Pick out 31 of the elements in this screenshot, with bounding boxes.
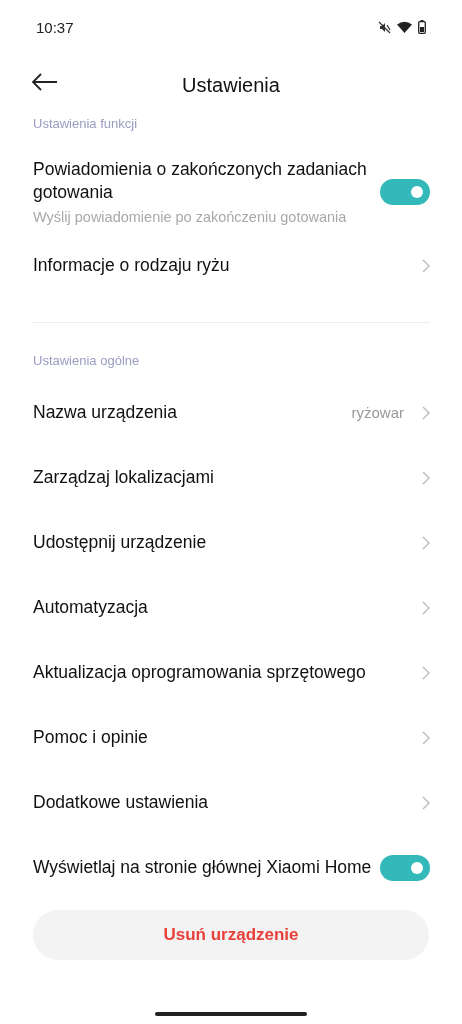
chevron-icon	[422, 258, 430, 273]
page-title: Ustawienia	[182, 73, 280, 97]
setting-description: Wyślij powiadomienie po zakończeniu gotowania	[33, 207, 348, 227]
delete-button[interactable]: Usuń urządzenie	[33, 910, 429, 960]
setting-label[interactable]: Wyświetlaj na stronie głównej Xiaomi Home	[33, 856, 380, 879]
setting-label[interactable]: Udostępnij urządzenie	[33, 531, 422, 554]
setting-label[interactable]: Dodatkowe ustawienia	[33, 791, 422, 814]
chevron-icon	[422, 730, 430, 745]
section-label: Ustawienia ogólne	[32, 353, 141, 368]
toggle-switch[interactable]	[380, 854, 430, 881]
status-time: 10:37	[36, 18, 74, 36]
chevron-icon	[422, 795, 430, 810]
chevron-icon	[422, 665, 430, 680]
setting-label[interactable]: Nazwa urządzenia	[33, 401, 352, 424]
muted-icon	[378, 20, 391, 34]
row-value: ryżowar	[351, 404, 404, 421]
chevron-icon	[422, 405, 430, 420]
setting-label[interactable]: Informacje o rodzaju ryżu	[33, 254, 422, 277]
battery-icon	[418, 20, 426, 34]
section-label: Ustawienia funkcji	[32, 116, 139, 131]
chevron-icon	[422, 470, 430, 485]
setting-label[interactable]: Automatyzacja	[33, 596, 422, 619]
chevron-icon	[422, 535, 430, 550]
wifi-icon	[397, 21, 412, 33]
setting-label[interactable]: Aktualizacja oprogramowania sprzętowego	[33, 661, 422, 684]
setting-label[interactable]: Pomoc i opinie	[33, 726, 422, 749]
chevron-icon	[422, 600, 430, 615]
back-icon[interactable]	[32, 73, 58, 91]
setting-label[interactable]: Powiadomienia o zakończonych zadaniach gotowania	[33, 157, 380, 204]
toggle-switch[interactable]	[380, 179, 430, 205]
setting-label[interactable]: Zarządzaj lokalizacjami	[33, 466, 422, 489]
